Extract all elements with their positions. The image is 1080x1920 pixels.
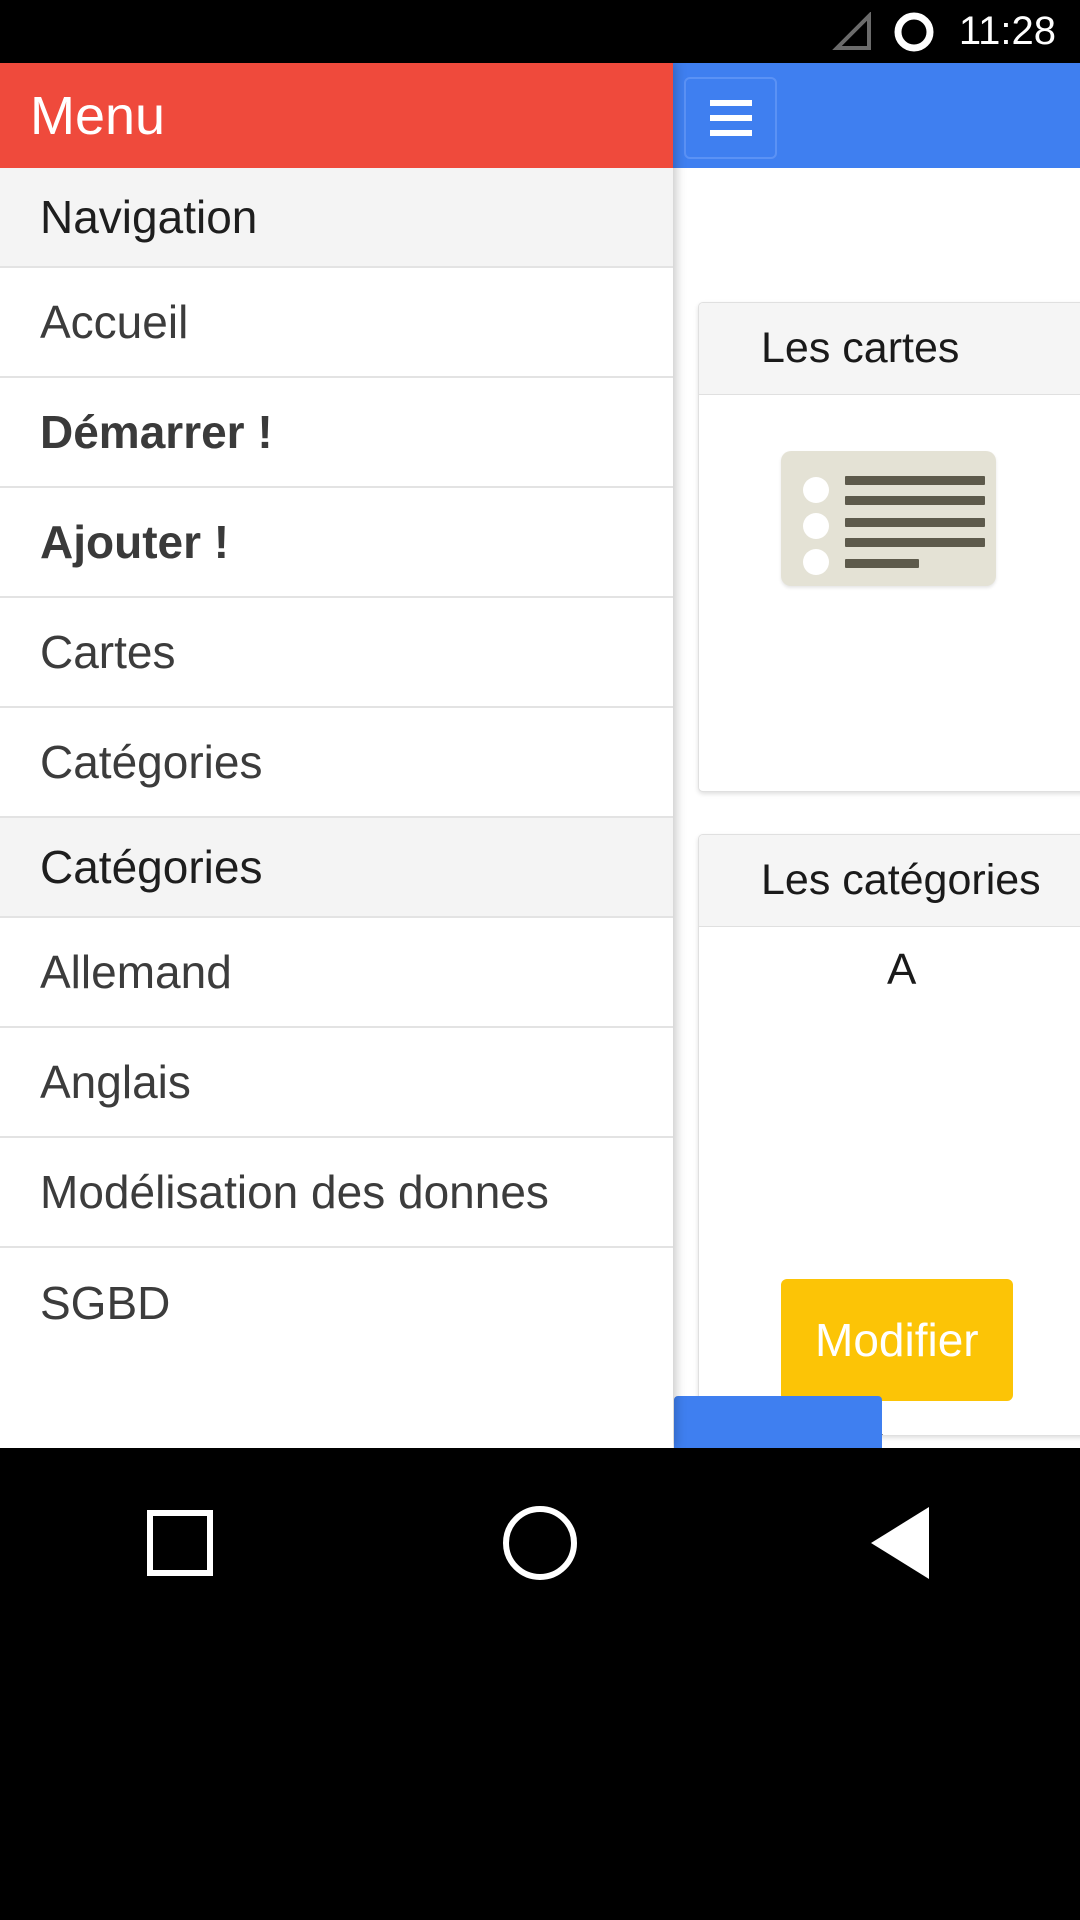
phone-screen: 11:28 Les cartes Les catégories A Modifi… <box>0 0 1080 1920</box>
drawer-item-label: Cartes <box>40 626 176 678</box>
category-letter: A <box>887 945 917 994</box>
panel-categories-heading: Les catégories <box>699 835 1080 927</box>
modifier-button[interactable]: Modifier <box>781 1279 1013 1401</box>
panel-cartes-heading: Les cartes <box>699 303 1080 395</box>
list-card-bullet-2 <box>803 513 829 539</box>
drawer-item-anglais[interactable]: Anglais <box>0 1028 673 1138</box>
drawer-item-label: Navigation <box>40 191 258 243</box>
list-card-line-2 <box>845 496 985 505</box>
drawer-item-sgbd[interactable]: SGBD <box>0 1248 673 1358</box>
drawer-item-label: Anglais <box>40 1056 191 1108</box>
recent-apps-square-icon <box>147 1510 213 1576</box>
list-card-bullet-3 <box>803 549 829 575</box>
drawer-item-demarrer[interactable]: Démarrer ! <box>0 378 673 488</box>
status-time: 11:28 <box>958 9 1056 53</box>
drawer-item-accueil[interactable]: Accueil <box>0 268 673 378</box>
signal-triangle-icon <box>829 11 873 52</box>
panel-cartes-body <box>699 395 1080 789</box>
hamburger-menu-icon[interactable] <box>684 77 777 159</box>
list-card-line-4 <box>845 538 985 547</box>
drawer-section-categories: Catégories <box>0 818 673 918</box>
hamburger-bar-2 <box>709 115 752 121</box>
drawer-item-label: Modélisation des donnes <box>40 1166 549 1218</box>
panel-cartes-title: Les cartes <box>761 324 960 372</box>
list-card-line-3 <box>845 518 985 527</box>
drawer-item-label: SGBD <box>40 1277 171 1329</box>
back-button[interactable] <box>820 1498 980 1588</box>
drawer-item-label: Démarrer ! <box>40 406 273 458</box>
drawer-item-categories[interactable]: Catégories <box>0 708 673 818</box>
home-circle-icon <box>503 1506 577 1580</box>
list-card-icon <box>781 451 996 586</box>
drawer-item-cartes[interactable]: Cartes <box>0 598 673 708</box>
drawer-item-label: Ajouter ! <box>40 516 230 568</box>
drawer-item-allemand[interactable]: Allemand <box>0 918 673 1028</box>
drawer-list: Navigation Accueil Démarrer ! Ajouter ! … <box>0 168 673 1358</box>
hamburger-bar-1 <box>709 100 752 106</box>
drawer-item-modelisation-des-donnes[interactable]: Modélisation des donnes <box>0 1138 673 1248</box>
drawer-item-label: Catégories <box>40 736 263 788</box>
list-card-line-5 <box>845 559 919 568</box>
panel-categories: Les catégories A Modifier Organiser <box>698 834 1080 1436</box>
hamburger-bar-3 <box>709 130 752 136</box>
drawer-title: Menu <box>30 85 166 146</box>
modifier-button-label: Modifier <box>815 1314 979 1366</box>
drawer-header: Menu <box>0 63 673 168</box>
navigation-drawer: Menu Navigation Accueil Démarrer ! Ajout… <box>0 63 673 1448</box>
back-triangle-icon <box>871 1507 929 1579</box>
circle-indicator-icon <box>891 9 937 55</box>
home-button[interactable] <box>460 1498 620 1588</box>
list-card-line-1 <box>845 476 985 485</box>
panel-categories-body: A Modifier Organiser <box>699 927 1080 1435</box>
panel-cartes: Les cartes <box>698 302 1080 792</box>
drawer-item-ajouter[interactable]: Ajouter ! <box>0 488 673 598</box>
drawer-item-label: Accueil <box>40 296 189 348</box>
panel-categories-title: Les catégories <box>761 856 1041 904</box>
system-navigation-bar <box>0 1448 1080 1920</box>
status-bar: 11:28 <box>0 0 1080 63</box>
drawer-item-label: Allemand <box>40 946 232 998</box>
drawer-section-navigation: Navigation <box>0 168 673 268</box>
list-card-bullet-1 <box>803 477 829 503</box>
drawer-item-label: Catégories <box>40 841 263 893</box>
recent-apps-button[interactable] <box>100 1498 260 1588</box>
